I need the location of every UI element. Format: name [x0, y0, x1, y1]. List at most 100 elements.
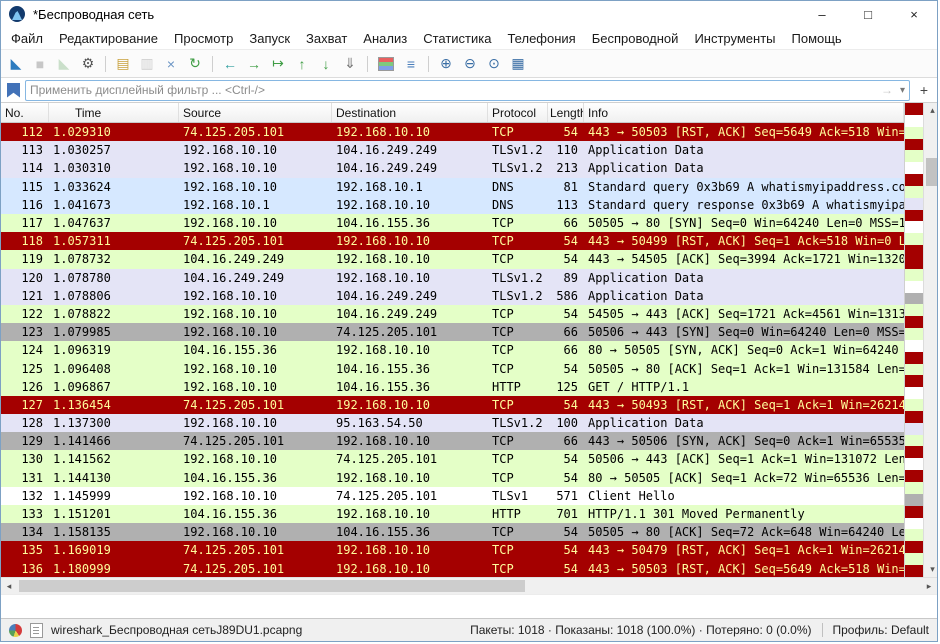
- menu-telephony[interactable]: Телефония: [499, 29, 583, 48]
- expert-info-icon[interactable]: [9, 624, 22, 637]
- column-header-no[interactable]: No.: [1, 103, 49, 122]
- minimap-stripe: [905, 423, 923, 435]
- packet-row[interactable]: 1361.18099974.125.205.101192.168.10.10TC…: [1, 560, 904, 578]
- zoom-out-icon[interactable]: ⊖: [459, 53, 481, 75]
- menu-tools[interactable]: Инструменты: [686, 29, 783, 48]
- filter-bookmark-icon[interactable]: [7, 83, 20, 98]
- packet-row[interactable]: 1251.096408192.168.10.10104.16.155.36TCP…: [1, 359, 904, 377]
- zoom-reset-icon[interactable]: ⊙: [483, 53, 505, 75]
- column-header-source[interactable]: Source: [179, 103, 332, 122]
- display-filter-input[interactable]: Применить дисплейный фильтр ... <Ctrl-/>…: [25, 80, 910, 101]
- packet-row[interactable]: 1181.05731174.125.205.101192.168.10.10TC…: [1, 232, 904, 250]
- cell-source: 104.16.155.36: [179, 471, 332, 485]
- column-header-protocol[interactable]: Protocol: [488, 103, 548, 122]
- cell-protocol: TCP: [488, 471, 548, 485]
- horizontal-scrollbar[interactable]: ◂ ▸: [1, 577, 937, 594]
- start-capture-icon[interactable]: ◣: [5, 53, 27, 75]
- packet-row[interactable]: 1121.02931074.125.205.101192.168.10.10TC…: [1, 123, 904, 141]
- column-header-destination[interactable]: Destination: [332, 103, 488, 122]
- minimap-stripe: [905, 139, 923, 151]
- cell-protocol: TCP: [488, 398, 548, 412]
- packet-counts: Пакеты: 1018 · Показаны: 1018 (100.0%) ·…: [470, 623, 811, 637]
- cell-info: Application Data: [584, 143, 904, 157]
- minimize-button[interactable]: –: [799, 1, 845, 27]
- zoom-in-icon[interactable]: ⊕: [435, 53, 457, 75]
- scroll-down-icon[interactable]: ▾: [924, 562, 937, 577]
- packet-row[interactable]: 1201.078780104.16.249.249192.168.10.10TL…: [1, 269, 904, 287]
- menu-view[interactable]: Просмотр: [166, 29, 241, 48]
- packet-row[interactable]: 1331.151201104.16.155.36192.168.10.10HTT…: [1, 505, 904, 523]
- packet-row[interactable]: 1191.078732104.16.249.249192.168.10.10TC…: [1, 250, 904, 268]
- auto-scroll-icon[interactable]: ⇓: [339, 53, 361, 75]
- cell-source: 192.168.10.10: [179, 525, 332, 539]
- resize-columns-icon[interactable]: ▦: [507, 53, 529, 75]
- cell-protocol: TCP: [488, 434, 548, 448]
- packet-row[interactable]: 1241.096319104.16.155.36192.168.10.10TCP…: [1, 341, 904, 359]
- scroll-left-icon[interactable]: ◂: [1, 581, 17, 592]
- packet-row[interactable]: 1221.078822192.168.10.10104.16.249.249TC…: [1, 305, 904, 323]
- packet-row[interactable]: 1351.16901974.125.205.101192.168.10.10TC…: [1, 541, 904, 559]
- minimap-stripe: [905, 506, 923, 518]
- packet-row[interactable]: 1231.079985192.168.10.1074.125.205.101TC…: [1, 323, 904, 341]
- cell-length: 54: [548, 234, 584, 248]
- packet-row[interactable]: 1141.030310192.168.10.10104.16.249.249TL…: [1, 159, 904, 177]
- go-to-packet-icon[interactable]: ↦: [267, 53, 289, 75]
- go-back-icon[interactable]: ←: [219, 53, 241, 75]
- packet-row[interactable]: 1301.141562192.168.10.1074.125.205.101TC…: [1, 450, 904, 468]
- vertical-scroll-track[interactable]: [924, 118, 937, 562]
- open-file-icon[interactable]: ▤: [112, 53, 134, 75]
- go-last-packet-icon[interactable]: ↓: [315, 53, 337, 75]
- menu-help[interactable]: Помощь: [784, 29, 850, 48]
- filter-dropdown-icon[interactable]: ▾: [900, 85, 905, 96]
- go-first-packet-icon[interactable]: ↑: [291, 53, 313, 75]
- cell-destination: 192.168.10.10: [332, 507, 488, 521]
- packet-row[interactable]: 1211.078806192.168.10.10104.16.249.249TL…: [1, 287, 904, 305]
- cell-info: Application Data: [584, 161, 904, 175]
- capture-comments-icon[interactable]: [30, 623, 43, 638]
- packet-row[interactable]: 1171.047637192.168.10.10104.16.155.36TCP…: [1, 214, 904, 232]
- cell-source: 192.168.10.10: [179, 489, 332, 503]
- packet-row[interactable]: 1151.033624192.168.10.10192.168.10.1DNS8…: [1, 178, 904, 196]
- profile-label[interactable]: Профиль: Default: [833, 623, 930, 637]
- scroll-right-icon[interactable]: ▸: [921, 581, 937, 592]
- column-header-time[interactable]: Time: [49, 103, 179, 122]
- vertical-scrollbar[interactable]: ▴ ▾: [923, 103, 937, 577]
- menu-go[interactable]: Запуск: [241, 29, 298, 48]
- auto-scroll-live-icon[interactable]: ≡: [400, 53, 422, 75]
- cell-info: 54505 → 443 [ACK] Seq=1721 Ack=4561 Win=…: [584, 307, 904, 321]
- cell-info: Standard query response 0x3b69 A whatism…: [584, 198, 904, 212]
- scroll-up-icon[interactable]: ▴: [924, 103, 937, 118]
- colorize-packets-icon[interactable]: [378, 57, 394, 71]
- packet-row[interactable]: 1281.137300192.168.10.1095.163.54.50TLSv…: [1, 414, 904, 432]
- horizontal-scroll-thumb[interactable]: [19, 580, 525, 592]
- packet-row[interactable]: 1261.096867192.168.10.10104.16.155.36HTT…: [1, 378, 904, 396]
- close-button[interactable]: ×: [891, 1, 937, 27]
- column-header-length[interactable]: Length: [548, 103, 584, 122]
- maximize-button[interactable]: □: [845, 1, 891, 27]
- packet-row[interactable]: 1291.14146674.125.205.101192.168.10.10TC…: [1, 432, 904, 450]
- packet-row[interactable]: 1131.030257192.168.10.10104.16.249.249TL…: [1, 141, 904, 159]
- close-file-icon[interactable]: ×: [160, 53, 182, 75]
- add-filter-button[interactable]: +: [915, 81, 933, 100]
- packet-row[interactable]: 1341.158135192.168.10.10104.16.155.36TCP…: [1, 523, 904, 541]
- packet-minimap[interactable]: [904, 103, 923, 577]
- horizontal-scroll-track[interactable]: [17, 578, 921, 594]
- packet-row[interactable]: 1161.041673192.168.10.1192.168.10.10DNS1…: [1, 196, 904, 214]
- packet-row[interactable]: 1271.13645474.125.205.101192.168.10.10TC…: [1, 396, 904, 414]
- cell-protocol: TCP: [488, 125, 548, 139]
- cell-info: GET / HTTP/1.1: [584, 380, 904, 394]
- column-header-info[interactable]: Info: [584, 103, 904, 122]
- go-forward-icon[interactable]: →: [243, 53, 265, 75]
- reload-file-icon[interactable]: ↻: [184, 53, 206, 75]
- menu-file[interactable]: Файл: [3, 29, 51, 48]
- capture-options-icon[interactable]: ⚙: [77, 53, 99, 75]
- vertical-scroll-thumb[interactable]: [926, 158, 937, 186]
- menu-analyze[interactable]: Анализ: [355, 29, 415, 48]
- menu-statistics[interactable]: Статистика: [415, 29, 499, 48]
- menu-wireless[interactable]: Беспроводной: [584, 29, 687, 48]
- window-controls: – □ ×: [799, 1, 937, 27]
- menu-capture[interactable]: Захват: [298, 29, 355, 48]
- packet-row[interactable]: 1321.145999192.168.10.1074.125.205.101TL…: [1, 487, 904, 505]
- packet-row[interactable]: 1311.144130104.16.155.36192.168.10.10TCP…: [1, 469, 904, 487]
- menu-edit[interactable]: Редактирование: [51, 29, 166, 48]
